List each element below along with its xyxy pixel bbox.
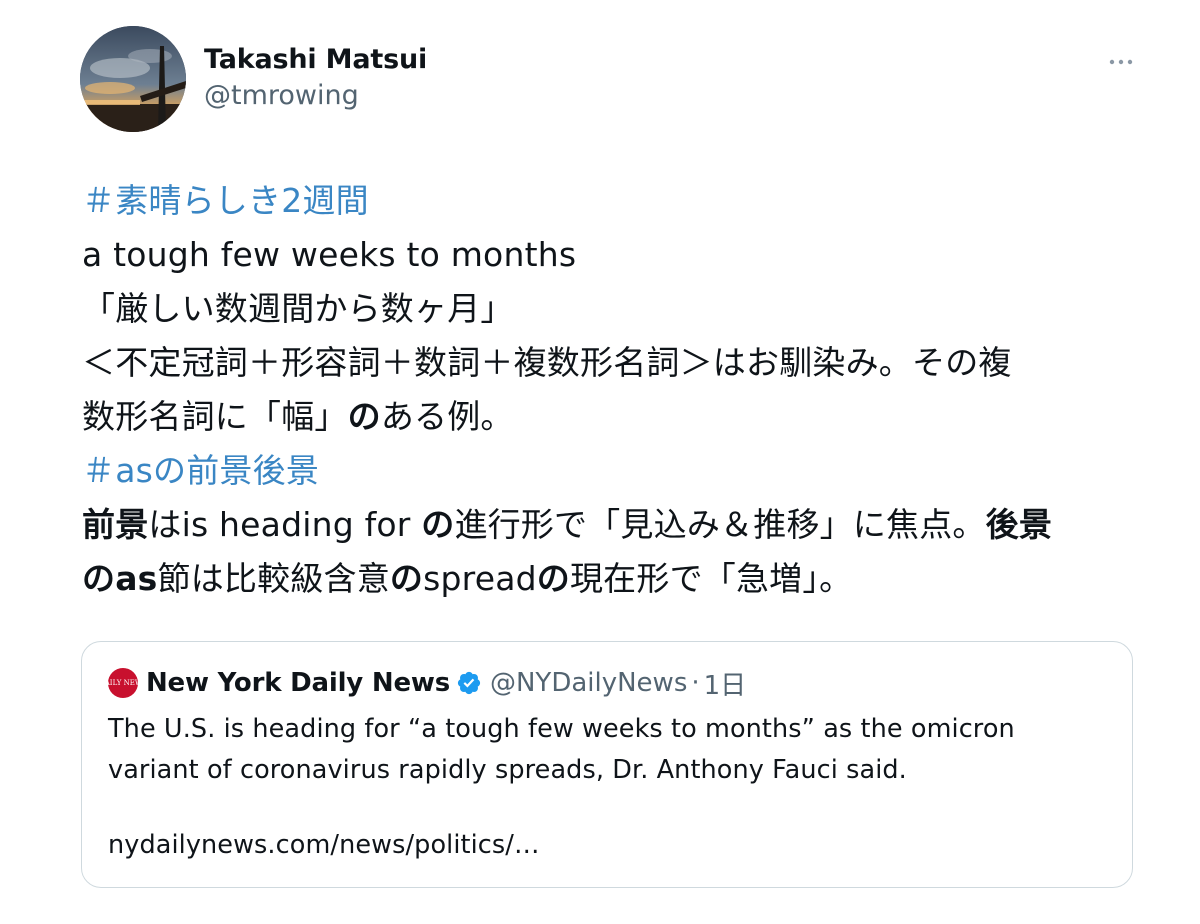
tweet-text: ＃素晴らしき2週間 a tough few weeks to months 「厳… <box>82 174 1142 606</box>
quoted-link[interactable]: nydailynews.com/news/politics/… <box>108 830 540 860</box>
bold-text: の <box>421 505 455 544</box>
bold-text: 後景 <box>985 505 1053 544</box>
bold-text: のas <box>82 559 158 598</box>
quoted-author-name[interactable]: New York Daily News <box>146 668 450 698</box>
text-segment: spread <box>423 559 537 598</box>
text-line: 数形名詞に「幅」のある例。 <box>82 390 1142 444</box>
text-line: 前景はis heading for の進行形で「見込み＆推移」に焦点。後景 <box>82 498 1142 552</box>
text-segment: 進行形で「見込み＆推移」に焦点。 <box>454 505 986 544</box>
quoted-author-avatar[interactable]: DAILY NEWS <box>99 668 147 698</box>
text-line: ＜不定冠詞＋形容詞＋数詞＋複数形名詞＞はお馴染み。その複 <box>82 343 1012 382</box>
text-segment: 節は比較級含意 <box>157 559 390 598</box>
quoted-tweet-text: The U.S. is heading for “a tough few wee… <box>108 714 1015 785</box>
separator-dot: · <box>691 668 700 698</box>
quoted-tweet-header: DAILY NEWS New York Daily News @NYDailyN… <box>99 665 747 702</box>
text-segment: 数形名詞に「幅」 <box>82 397 348 436</box>
more-dots-icon[interactable] <box>1108 52 1134 72</box>
sunset-photo-avatar-icon <box>80 26 186 132</box>
hashtag-link[interactable]: ＃素晴らしき2週間 <box>82 174 1142 228</box>
text-line: a tough few weeks to months <box>82 235 577 274</box>
verified-badge-icon <box>456 670 482 696</box>
author-avatar[interactable] <box>80 26 186 132</box>
author-handle[interactable]: @tmrowing <box>204 80 359 111</box>
author-name[interactable]: Takashi Matsui <box>204 44 427 75</box>
quoted-timestamp[interactable]: 1日 <box>704 665 747 702</box>
bold-text: の <box>536 559 570 598</box>
tweet: Takashi Matsui @tmrowing ＃素晴らしき2週間 a tou… <box>0 0 1200 924</box>
text-segment: はis heading for <box>148 505 422 544</box>
text-line: のas節は比較級含意のspreadの現在形で「急増」。 <box>82 552 1142 606</box>
text-segment: 現在形で「急増」。 <box>569 559 853 598</box>
text-line: 「厳しい数週間から数ヶ月」 <box>82 289 514 328</box>
bold-text: の <box>389 559 424 598</box>
quoted-tweet[interactable]: DAILY NEWS New York Daily News @NYDailyN… <box>81 641 1133 888</box>
quoted-avatar-logo-text: DAILY NEWS <box>99 678 147 687</box>
bold-text: の <box>347 397 381 436</box>
hashtag-link[interactable]: ＃asの前景後景 <box>82 444 1142 498</box>
quoted-author-handle[interactable]: @NYDailyNews <box>490 668 687 698</box>
bold-text: 前景 <box>82 505 149 544</box>
text-segment: ある例。 <box>380 397 514 436</box>
